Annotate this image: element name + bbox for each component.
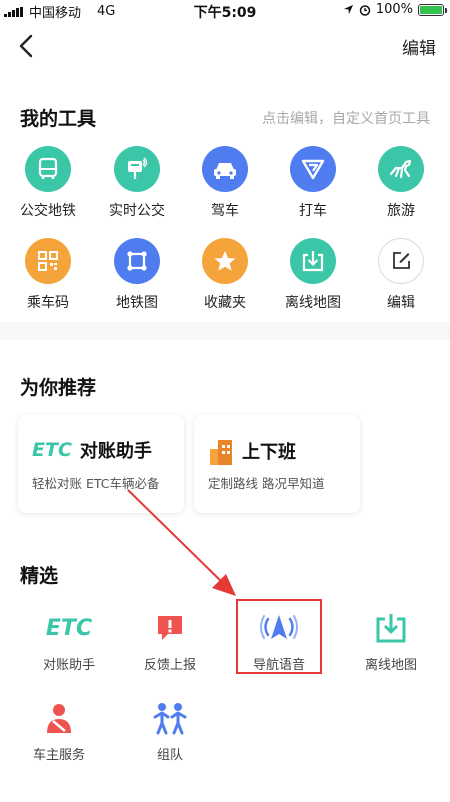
highlight-box (236, 599, 322, 674)
annotation-arrow (127, 489, 236, 596)
